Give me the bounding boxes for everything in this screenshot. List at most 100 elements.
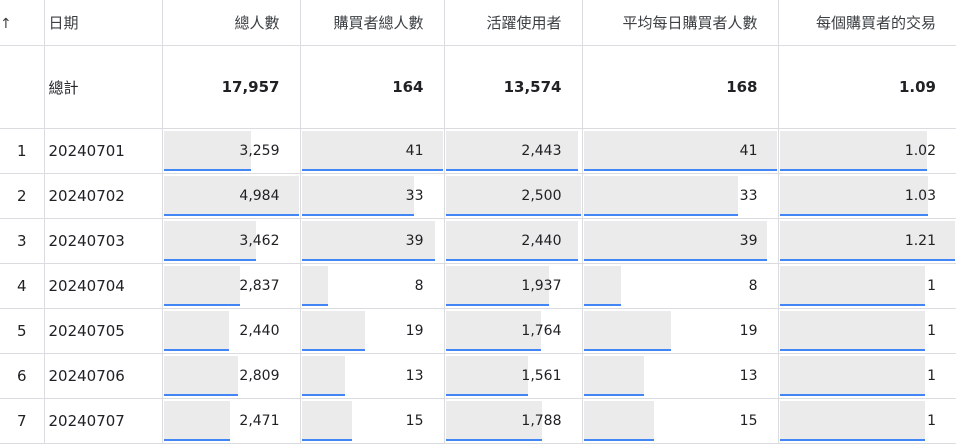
date-cell: 20240704	[44, 263, 163, 309]
value-bar	[583, 266, 621, 306]
active-users-cell: 2,443	[444, 128, 583, 174]
avg-daily-purchasers-cell: 41	[582, 128, 779, 174]
avg-daily-purchasers-cell: 19	[582, 308, 779, 354]
cell-value: 8	[414, 278, 424, 294]
row-index: 2	[0, 173, 45, 219]
transactions-per-purchaser-cell: 1	[778, 353, 956, 399]
active-users-cell: 2,500	[444, 173, 583, 219]
row-index: 1	[0, 128, 45, 174]
cell-value: 13	[405, 368, 424, 384]
total-users-cell: 4,984	[162, 173, 301, 219]
value-bar	[445, 356, 529, 396]
active-users-cell: 1,937	[444, 263, 583, 309]
active-users-cell: 1,764	[444, 308, 583, 354]
date-cell: 20240701	[44, 128, 163, 174]
total-purchasers-header[interactable]: 購買者總人數	[300, 0, 445, 46]
cell-value: 2,443	[521, 143, 562, 159]
totals-active-users: 13,574	[444, 45, 583, 129]
avg-daily-purchasers-cell: 39	[582, 218, 779, 264]
avg-daily-purchasers-header[interactable]: 平均每日購買者人數	[582, 0, 779, 46]
cell-value: 1.03	[904, 188, 936, 204]
active-users-cell: 1,788	[444, 398, 583, 444]
total-users-cell: 3,462	[162, 218, 301, 264]
table-row[interactable]: 6 20240706 2,809 13 1,561 13 1	[0, 353, 956, 399]
date-cell: 20240706	[44, 353, 163, 399]
header-row: ↑ 日期 總人數 購買者總人數 活躍使用者 平均每日購買者人數 每個購買者的交易	[0, 0, 956, 46]
table-row[interactable]: 1 20240701 3,259 41 2,443 41 1.02	[0, 128, 956, 174]
date-cell: 20240702	[44, 173, 163, 219]
row-index: 7	[0, 398, 45, 444]
transactions-per-purchaser-cell: 1.02	[778, 128, 956, 174]
date-cell: 20240703	[44, 218, 163, 264]
table-row[interactable]: 3 20240703 3,462 39 2,440 39 1.21	[0, 218, 956, 264]
cell-value: 33	[739, 188, 758, 204]
cell-value: 4,984	[239, 188, 280, 204]
total-purchasers-cell: 13	[300, 353, 445, 399]
cell-value: 2,500	[521, 188, 562, 204]
cell-value: 1	[927, 368, 936, 384]
avg-daily-purchasers-cell: 8	[582, 263, 779, 309]
total-users-cell: 2,809	[162, 353, 301, 399]
row-index: 5	[0, 308, 45, 354]
value-bar	[163, 401, 230, 441]
sort-arrow-up-icon[interactable]: ↑	[0, 16, 12, 32]
total-users-header[interactable]: 總人數	[162, 0, 301, 46]
date-cell: 20240707	[44, 398, 163, 444]
transactions-per-purchaser-cell: 1.21	[778, 218, 956, 264]
cell-value: 2,837	[239, 278, 280, 294]
cell-value: 15	[739, 413, 758, 429]
row-index: 4	[0, 263, 45, 309]
cell-value: 1	[927, 323, 936, 339]
table-row[interactable]: 4 20240704 2,837 8 1,937 8 1	[0, 263, 956, 309]
date-header[interactable]: 日期	[44, 0, 163, 46]
value-bar	[583, 176, 738, 216]
total-purchasers-cell: 33	[300, 173, 445, 219]
cell-value: 1,561	[521, 368, 562, 384]
transactions-per-purchaser-cell: 1.03	[778, 173, 956, 219]
cell-value: 19	[739, 323, 758, 339]
totals-total-users: 17,957	[162, 45, 301, 129]
value-bar	[301, 176, 414, 216]
total-users-cell: 2,837	[162, 263, 301, 309]
sort-column-header[interactable]: ↑	[0, 0, 45, 46]
table-row[interactable]: 5 20240705 2,440 19 1,764 19 1	[0, 308, 956, 354]
row-index: 3	[0, 218, 45, 264]
cell-value: 8	[748, 278, 758, 294]
cell-value: 2,471	[239, 413, 280, 429]
table-row[interactable]: 2 20240702 4,984 33 2,500 33 1.03	[0, 173, 956, 219]
table-row[interactable]: 7 20240707 2,471 15 1,788 15 1	[0, 398, 956, 444]
total-purchasers-cell: 8	[300, 263, 445, 309]
transactions-per-purchaser-cell: 1	[778, 308, 956, 354]
report-table: ↑ 日期 總人數 購買者總人數 活躍使用者 平均每日購買者人數 每個購買者的交易…	[0, 0, 956, 444]
cell-value: 3,462	[239, 233, 280, 249]
cell-value: 2,809	[239, 368, 280, 384]
value-bar	[163, 356, 239, 396]
value-bar	[779, 266, 925, 306]
cell-value: 15	[405, 413, 424, 429]
total-purchasers-cell: 39	[300, 218, 445, 264]
cell-value: 1.02	[904, 143, 936, 159]
avg-daily-purchasers-cell: 13	[582, 353, 779, 399]
cell-value: 41	[739, 143, 758, 159]
value-bar	[583, 356, 644, 396]
transactions-per-purchaser-header[interactable]: 每個購買者的交易	[778, 0, 956, 46]
total-purchasers-cell: 19	[300, 308, 445, 354]
value-bar	[779, 311, 925, 351]
cell-value: 1,937	[521, 278, 562, 294]
totals-avg-daily-purchasers: 168	[582, 45, 779, 129]
value-bar	[779, 401, 925, 441]
totals-transactions-per-purchaser: 1.09	[778, 45, 956, 129]
transactions-per-purchaser-cell: 1	[778, 263, 956, 309]
cell-value: 1,764	[521, 323, 562, 339]
cell-value: 2,440	[521, 233, 562, 249]
avg-daily-purchasers-cell: 15	[582, 398, 779, 444]
total-purchasers-cell: 41	[300, 128, 445, 174]
cell-value: 13	[739, 368, 758, 384]
cell-value: 1	[927, 413, 936, 429]
active-users-header[interactable]: 活躍使用者	[444, 0, 583, 46]
cell-value: 33	[405, 188, 424, 204]
date-cell: 20240705	[44, 308, 163, 354]
cell-value: 1	[927, 278, 936, 294]
cell-value: 39	[405, 233, 424, 249]
total-purchasers-cell: 15	[300, 398, 445, 444]
